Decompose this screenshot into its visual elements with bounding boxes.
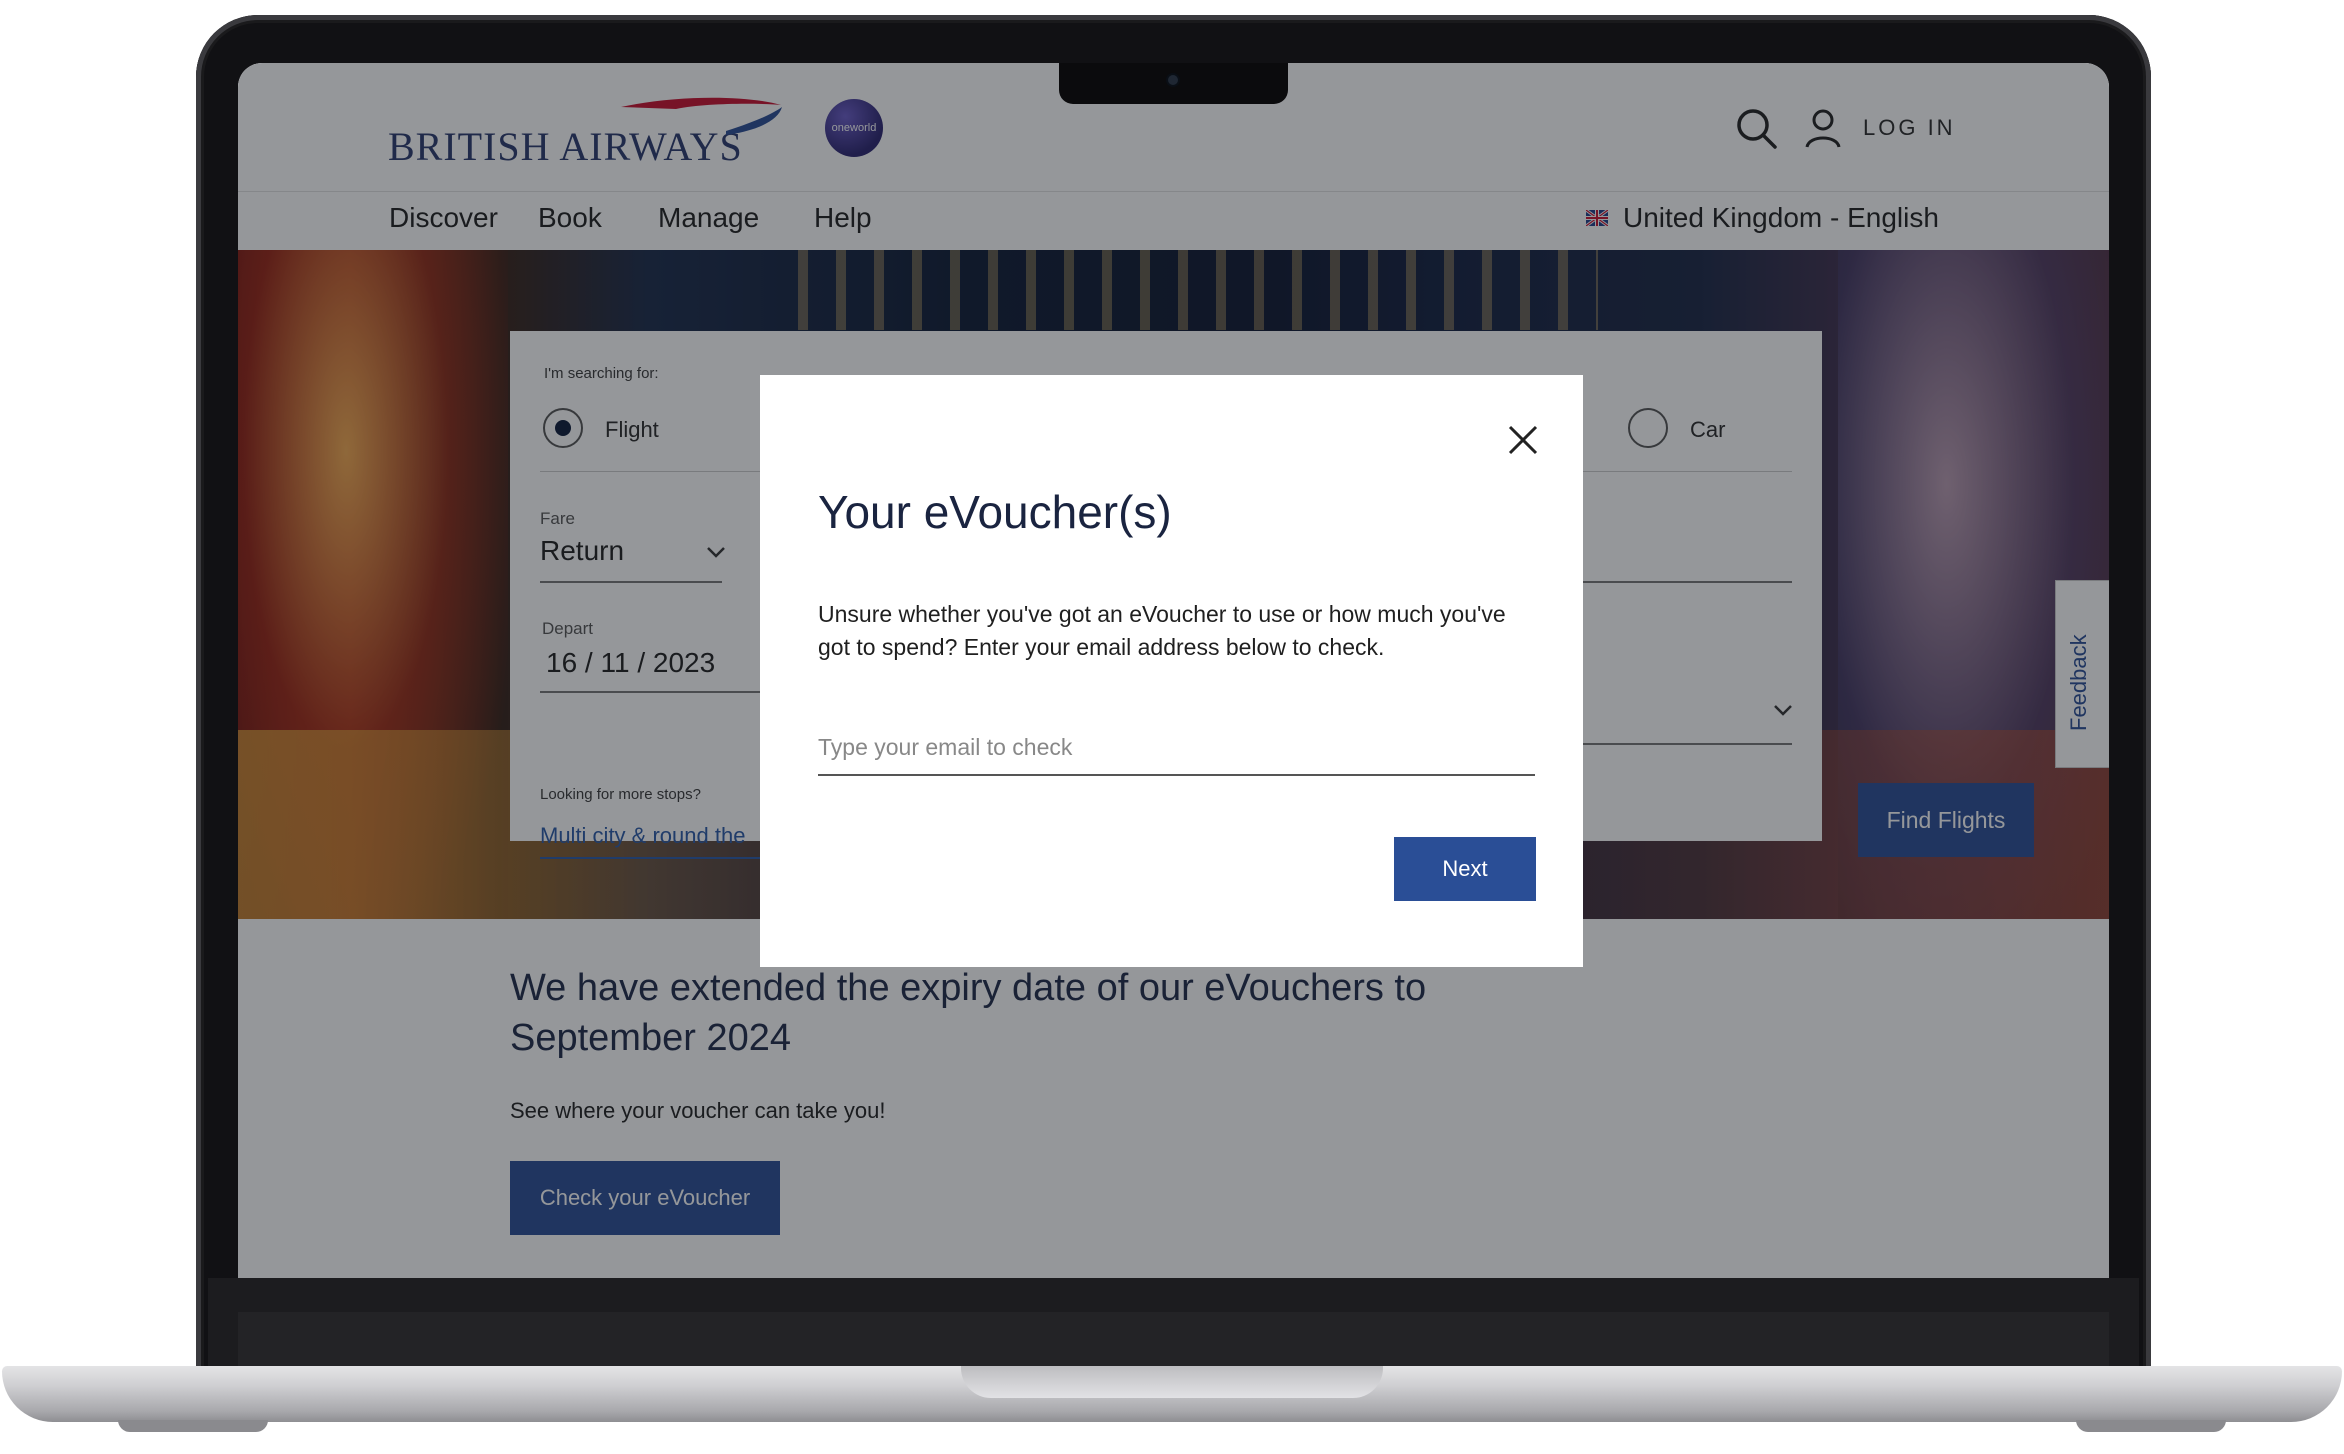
email-field[interactable] [818,720,1535,776]
modal-title: Your eVoucher(s) [818,486,1172,538]
laptop-foot-left [118,1420,268,1432]
screen: BRITISH AIRWAYS oneworld LOG IN Discover… [238,63,2109,1278]
close-icon[interactable] [1506,423,1540,457]
laptop-hinge [238,1312,2109,1368]
laptop-foot-right [2076,1420,2226,1432]
laptop-opening-notch [961,1366,1383,1398]
next-button[interactable]: Next [1394,837,1536,901]
evoucher-modal: Your eVoucher(s) Unsure whether you've g… [760,375,1583,967]
camera-icon [1166,73,1180,87]
modal-description: Unsure whether you've got an eVoucher to… [818,601,1506,660]
screen-notch [1059,63,1288,104]
